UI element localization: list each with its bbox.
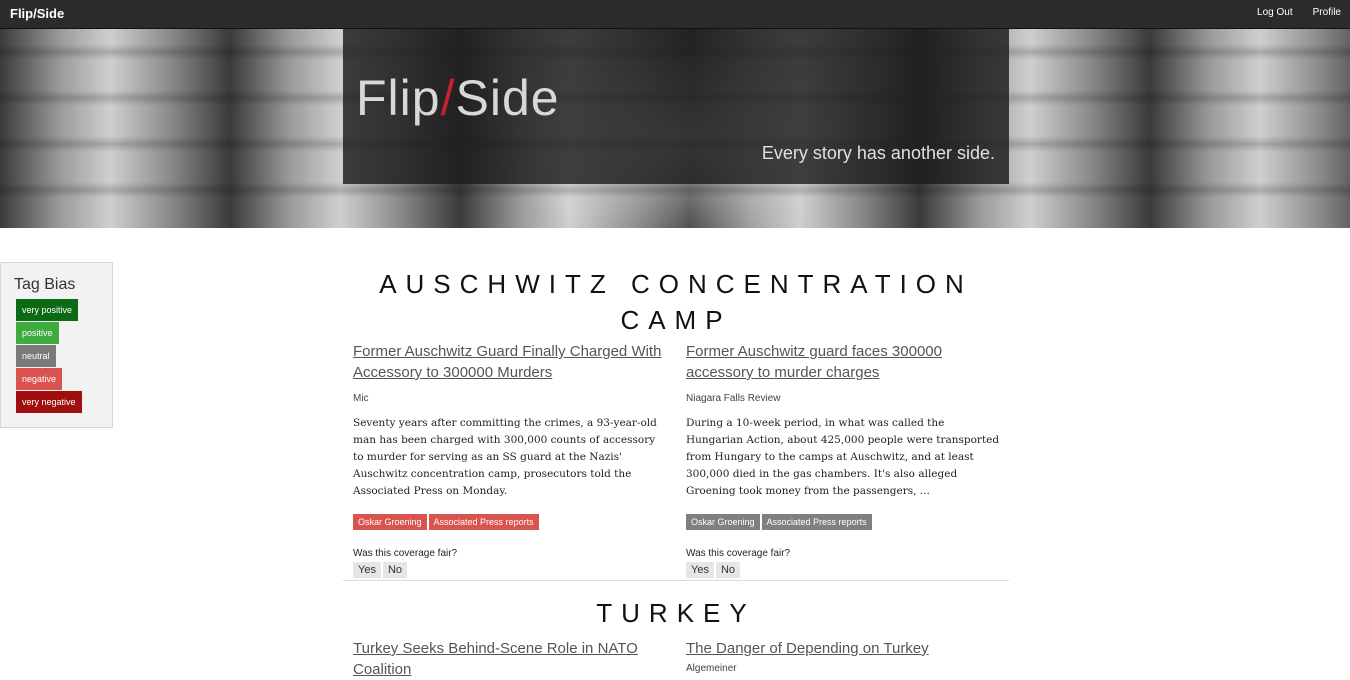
bias-chip-positive: positive <box>16 322 59 344</box>
bias-chip-neutral: neutral <box>16 345 56 367</box>
fairness-question: Was this coverage fair? <box>686 548 791 559</box>
article-tags: Oskar Groening Associated Press reports <box>353 514 668 530</box>
article-card: Former Auschwitz guard faces 300000 acce… <box>686 341 1001 578</box>
section-title: AUSCHWITZ CONCENTRATION CAMP <box>379 269 973 335</box>
article-source: Algemeiner <box>686 663 737 674</box>
article-excerpt: Seventy years after committing the crime… <box>353 417 657 497</box>
profile-link[interactable]: Profile <box>1313 7 1341 18</box>
logout-link[interactable]: Log Out <box>1257 7 1293 18</box>
fairness-question: Was this coverage fair? <box>353 548 458 559</box>
section-divider <box>343 580 1009 581</box>
hero-logo-title: Flip/Side <box>356 70 560 126</box>
tag-chip[interactable]: Associated Press reports <box>428 514 539 530</box>
article-tags: Oskar Groening Associated Press reports <box>686 514 1001 530</box>
fairness-buttons: Yes No <box>353 562 668 578</box>
hero-tagline: Every story has another side. <box>761 143 995 163</box>
yes-button[interactable]: Yes <box>353 562 381 578</box>
article-title-link[interactable]: Former Auschwitz guard faces 300000 acce… <box>686 341 1001 383</box>
fairness-buttons: Yes No <box>686 562 1001 578</box>
hero-banner: Flip/Side Every story has another side. <box>0 29 1350 228</box>
article-source: Mic <box>353 393 369 404</box>
hero-title-box: Flip/Side Every story has another side. <box>343 29 1009 184</box>
tag-bias-title: Tag Bias <box>14 276 76 293</box>
article-title-link[interactable]: Former Auschwitz Guard Finally Charged W… <box>353 341 668 383</box>
nav-links: Log Out Profile <box>1257 7 1341 18</box>
article-title-link[interactable]: The Danger of Depending on Turkey <box>686 638 1001 659</box>
article-source: Niagara Falls Review <box>686 393 781 404</box>
navbar: Flip/Side Log Out Profile <box>0 0 1350 29</box>
article-title-link[interactable]: Turkey Seeks Behind-Scene Role in NATO C… <box>353 638 668 680</box>
no-button[interactable]: No <box>382 562 408 578</box>
article-excerpt: During a 10-week period, in what was cal… <box>686 417 1000 497</box>
article-card: Former Auschwitz Guard Finally Charged W… <box>353 341 668 578</box>
tag-bias-legend: Tag Bias very positive positive neutral … <box>0 262 113 428</box>
tag-chip[interactable]: Oskar Groening <box>686 514 760 530</box>
section-title: TURKEY <box>596 598 756 628</box>
brand-link[interactable]: Flip/Side <box>10 6 64 21</box>
article-card: Turkey Seeks Behind-Scene Role in NATO C… <box>353 638 668 680</box>
yes-button[interactable]: Yes <box>686 562 714 578</box>
tag-chip[interactable]: Associated Press reports <box>761 514 872 530</box>
tag-chip[interactable]: Oskar Groening <box>353 514 427 530</box>
bias-chip-negative: negative <box>16 368 63 390</box>
bias-chip-very-positive: very positive <box>16 299 79 321</box>
no-button[interactable]: No <box>715 562 741 578</box>
bias-chip-very-negative: very negative <box>16 391 82 413</box>
article-card: The Danger of Depending on Turkey Algeme… <box>686 638 1001 674</box>
